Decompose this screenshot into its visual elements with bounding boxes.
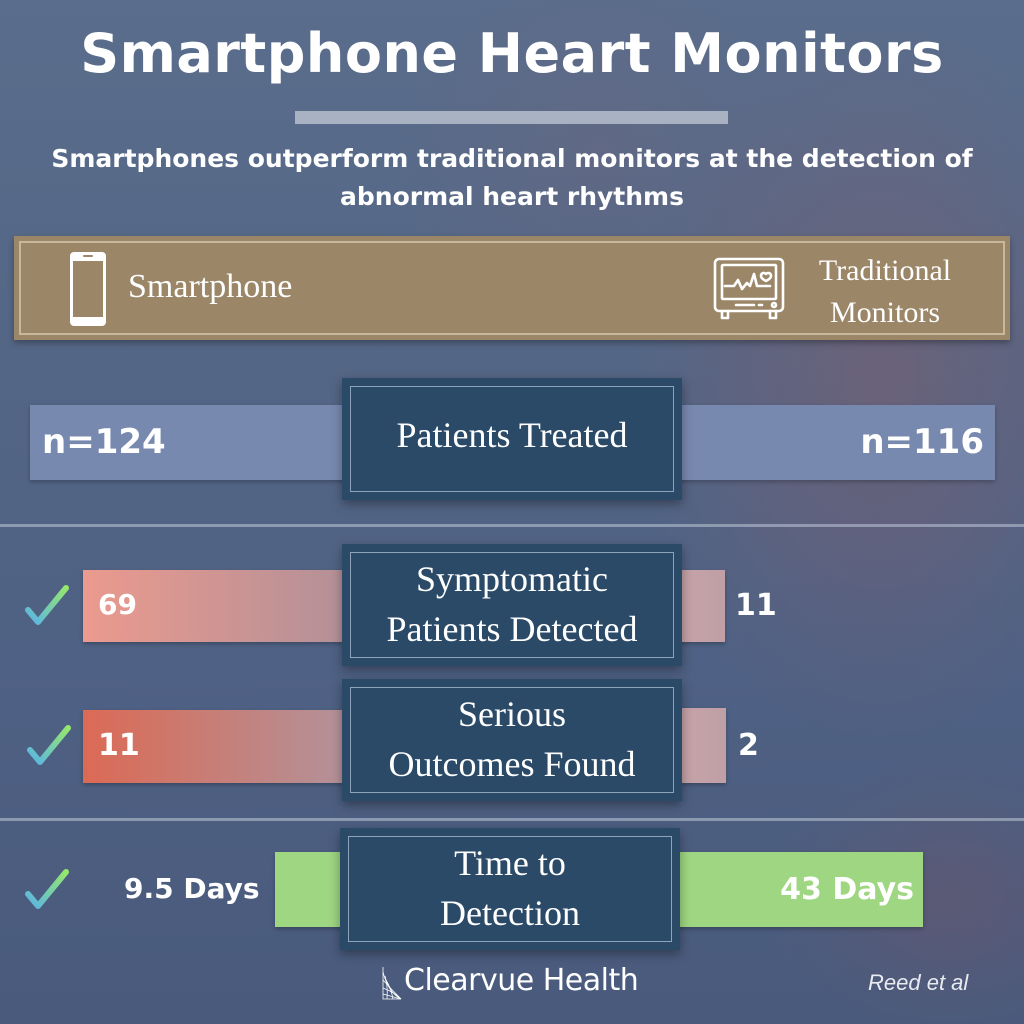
legend-traditional-line2: Monitors — [829, 296, 940, 329]
row-symptomatic-label-box: Symptomatic Patients Detected — [342, 544, 682, 666]
checkmark-icon — [25, 869, 69, 909]
row-time-label-box: Time to Detection — [340, 828, 680, 950]
legend-traditional-line1: Traditional — [818, 254, 952, 287]
row-patients-smartphone-value: n=124 — [42, 422, 166, 462]
page-title: Smartphone Heart Monitors — [80, 22, 944, 85]
row-symptomatic-label-line1: Symptomatic — [416, 559, 608, 599]
row-time-smartphone-bar — [275, 852, 350, 927]
row-serious-label-line2: Outcomes Found — [388, 744, 636, 784]
row-patients-traditional-value: n=116 — [860, 422, 984, 462]
checkmark-icon — [27, 725, 71, 765]
brand-name: Clearvue Health — [404, 963, 639, 998]
row-patients-label: Patients Treated — [396, 415, 628, 455]
row-patients-label-box: Patients Treated — [342, 378, 682, 500]
brand: Clearvue Health — [382, 960, 639, 1000]
row-symptomatic-label-line2: Patients Detected — [386, 609, 638, 649]
row-time-label-line2: Detection — [440, 893, 580, 933]
page-subtitle: Smartphones outperform traditional monit… — [51, 144, 973, 211]
row-serious-traditional-value: 2 — [738, 728, 759, 763]
citation: Reed et al — [868, 970, 969, 995]
section-divider-1 — [0, 524, 1024, 527]
legend-traditional-label: Traditional Monitors — [800, 250, 970, 334]
row-serious-label-box: Serious Outcomes Found — [342, 679, 682, 801]
legend-smartphone-label: Smartphone — [128, 268, 293, 305]
smartphone-icon — [70, 252, 106, 326]
title-divider — [295, 111, 728, 124]
clearvue-logo-icon — [382, 967, 402, 1000]
row-time-smartphone-value: 9.5 Days — [124, 872, 260, 905]
row-symptomatic-smartphone-value: 69 — [98, 588, 137, 621]
heart-monitor-icon — [713, 257, 785, 320]
checkmark-icon — [25, 585, 69, 625]
section-divider-2 — [0, 818, 1024, 821]
row-serious-smartphone-value: 11 — [98, 728, 140, 763]
row-symptomatic-traditional-value: 11 — [735, 588, 777, 623]
row-time-traditional-value: 43 Days — [780, 872, 914, 907]
row-serious-label-line1: Serious — [458, 694, 566, 734]
row-time-label-line1: Time to — [454, 843, 566, 883]
